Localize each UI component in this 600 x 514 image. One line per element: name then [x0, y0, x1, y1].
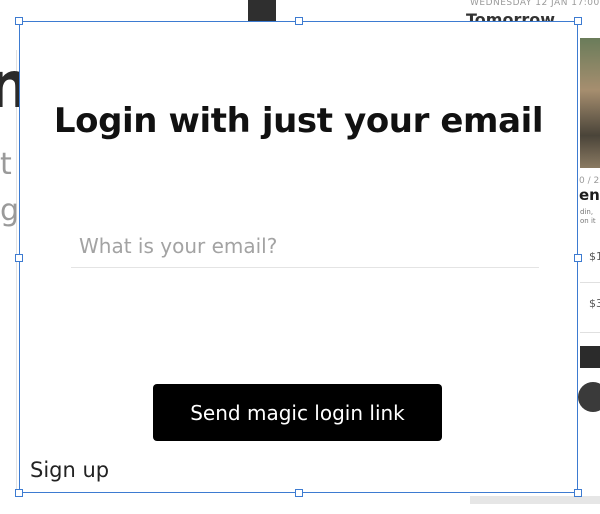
background-dark-bar — [580, 346, 600, 368]
background-card-text: din, — [580, 208, 594, 216]
background-price: $1 — [589, 250, 600, 263]
background-separator — [580, 332, 600, 333]
send-magic-link-button[interactable]: Send magic login link — [153, 384, 442, 441]
login-modal: Login with just your email Send magic lo… — [19, 21, 578, 493]
background-card-date: 0 / 22 — [579, 176, 600, 186]
modal-title: Login with just your email — [53, 101, 544, 141]
background-price: $3 — [589, 297, 600, 310]
background-separator — [580, 282, 600, 283]
background-event-photo — [580, 38, 600, 168]
background-dark-block — [248, 0, 276, 22]
background-card-text: on it — [580, 217, 596, 225]
background-avatar — [578, 382, 600, 412]
resize-handle-bottom-right[interactable] — [574, 489, 582, 497]
resize-handle-top-right[interactable] — [574, 17, 582, 25]
resize-handle-left[interactable] — [15, 254, 23, 262]
resize-handle-right[interactable] — [574, 254, 582, 262]
background-card-title: ent — [579, 186, 600, 204]
resize-handle-bottom-left[interactable] — [15, 489, 23, 497]
resize-handle-bottom[interactable] — [295, 489, 303, 497]
resize-handle-top-left[interactable] — [15, 17, 23, 25]
resize-handle-top[interactable] — [295, 17, 303, 25]
signup-link[interactable]: Sign up — [30, 458, 109, 482]
background-bottom-bar — [470, 496, 600, 504]
background-text-fragment: g — [0, 193, 20, 228]
email-input[interactable] — [71, 224, 539, 268]
background-text-fragment: t — [0, 147, 12, 182]
background-date-line: WEDNESDAY 12 JAN 17:00 — [470, 0, 600, 8]
